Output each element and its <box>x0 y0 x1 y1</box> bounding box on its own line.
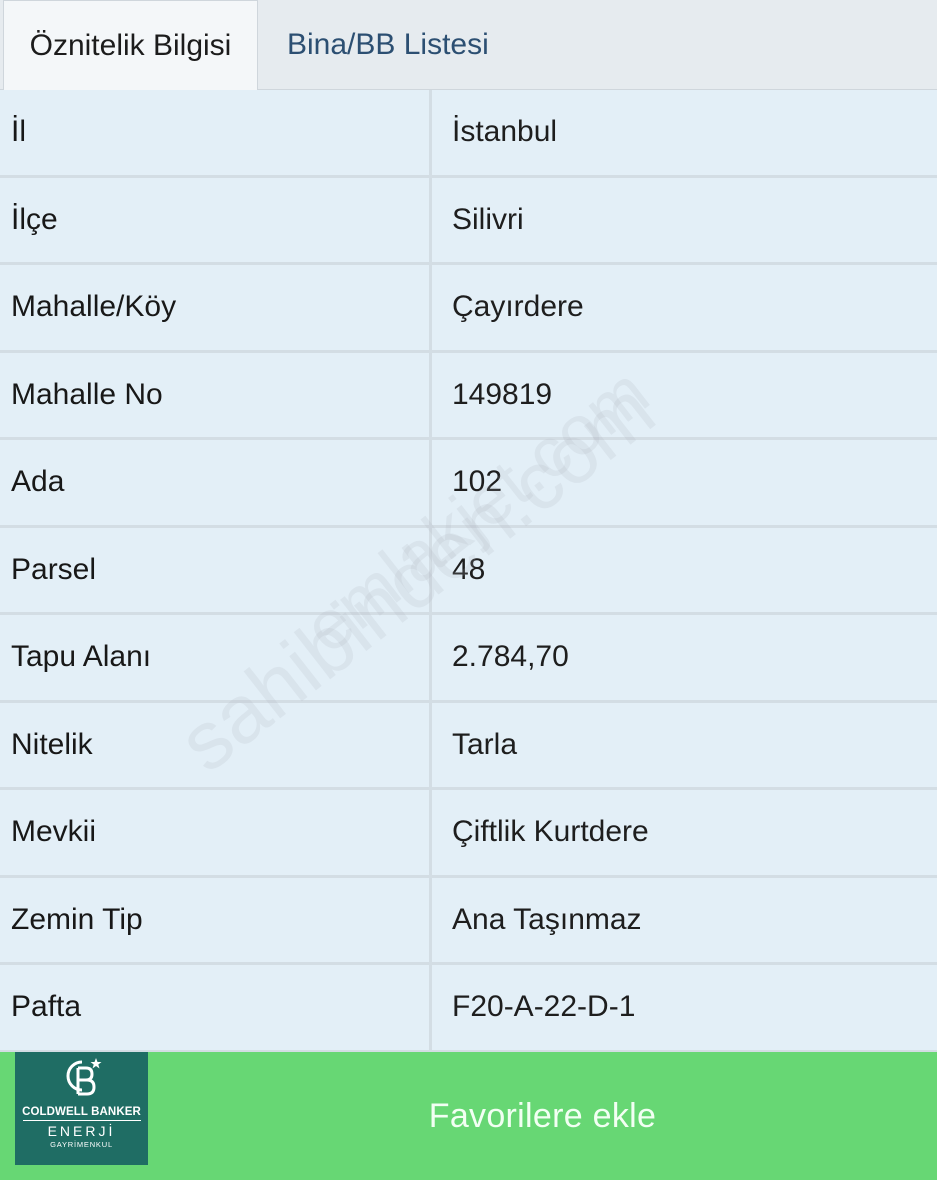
row-value: Silivri <box>432 177 937 262</box>
table-row: İl İstanbul <box>0 90 937 178</box>
logo-brand-text: COLDWELL BANKER <box>22 1106 141 1118</box>
row-key: Parsel <box>0 527 432 612</box>
row-value: 48 <box>432 527 937 612</box>
row-key: Tapu Alanı <box>0 615 432 700</box>
footer-bar: COLDWELL BANKER ENERJİ GAYRİMENKUL Favor… <box>0 1052 937 1180</box>
row-key: Mahalle No <box>0 352 432 437</box>
row-value: Çayırdere <box>432 265 937 350</box>
table-row: Mahalle No 149819 <box>0 352 937 440</box>
row-key: İlçe <box>0 177 432 262</box>
tab-bina-bb-listesi[interactable]: Bina/BB Listesi <box>287 0 489 90</box>
add-to-favorites-button[interactable]: Favorilere ekle <box>148 1052 937 1180</box>
row-value: Tarla <box>432 702 937 787</box>
row-key: Nitelik <box>0 702 432 787</box>
coldwell-banker-logo: COLDWELL BANKER ENERJİ GAYRİMENKUL <box>15 1052 148 1165</box>
row-key: İl <box>0 90 432 175</box>
table-row: Mevkii Çiftlik Kurtdere <box>0 790 937 878</box>
row-key: Mahalle/Köy <box>0 265 432 350</box>
table-row: Parsel 48 <box>0 527 937 615</box>
row-value: 149819 <box>432 352 937 437</box>
tab-oznitelik-bilgisi[interactable]: Öznitelik Bilgisi <box>3 0 258 90</box>
row-value: İstanbul <box>432 90 937 175</box>
table-row: İlçe Silivri <box>0 177 937 265</box>
row-key: Pafta <box>0 965 432 1050</box>
row-key: Zemin Tip <box>0 877 432 962</box>
row-value: F20-A-22-D-1 <box>432 965 937 1050</box>
tab-bar: Öznitelik Bilgisi Bina/BB Listesi <box>0 0 937 90</box>
row-value: Ana Taşınmaz <box>432 877 937 962</box>
table-row: Nitelik Tarla <box>0 702 937 790</box>
cb-logo-icon <box>60 1056 104 1100</box>
logo-subtitle-small: GAYRİMENKUL <box>50 1140 113 1149</box>
table-row: Mahalle/Köy Çayırdere <box>0 265 937 353</box>
row-value: Çiftlik Kurtdere <box>432 790 937 875</box>
table-row: Pafta F20-A-22-D-1 <box>0 965 937 1053</box>
table-row: Ada 102 <box>0 440 937 528</box>
logo-divider <box>22 1120 141 1121</box>
attribute-table: İl İstanbul İlçe Silivri Mahalle/Köy Çay… <box>0 90 937 1053</box>
row-key: Mevkii <box>0 790 432 875</box>
row-value: 102 <box>432 440 937 525</box>
logo-subtitle: ENERJİ <box>47 1123 116 1139</box>
table-row: Zemin Tip Ana Taşınmaz <box>0 877 937 965</box>
table-row: Tapu Alanı 2.784,70 <box>0 615 937 703</box>
row-key: Ada <box>0 440 432 525</box>
row-value: 2.784,70 <box>432 615 937 700</box>
